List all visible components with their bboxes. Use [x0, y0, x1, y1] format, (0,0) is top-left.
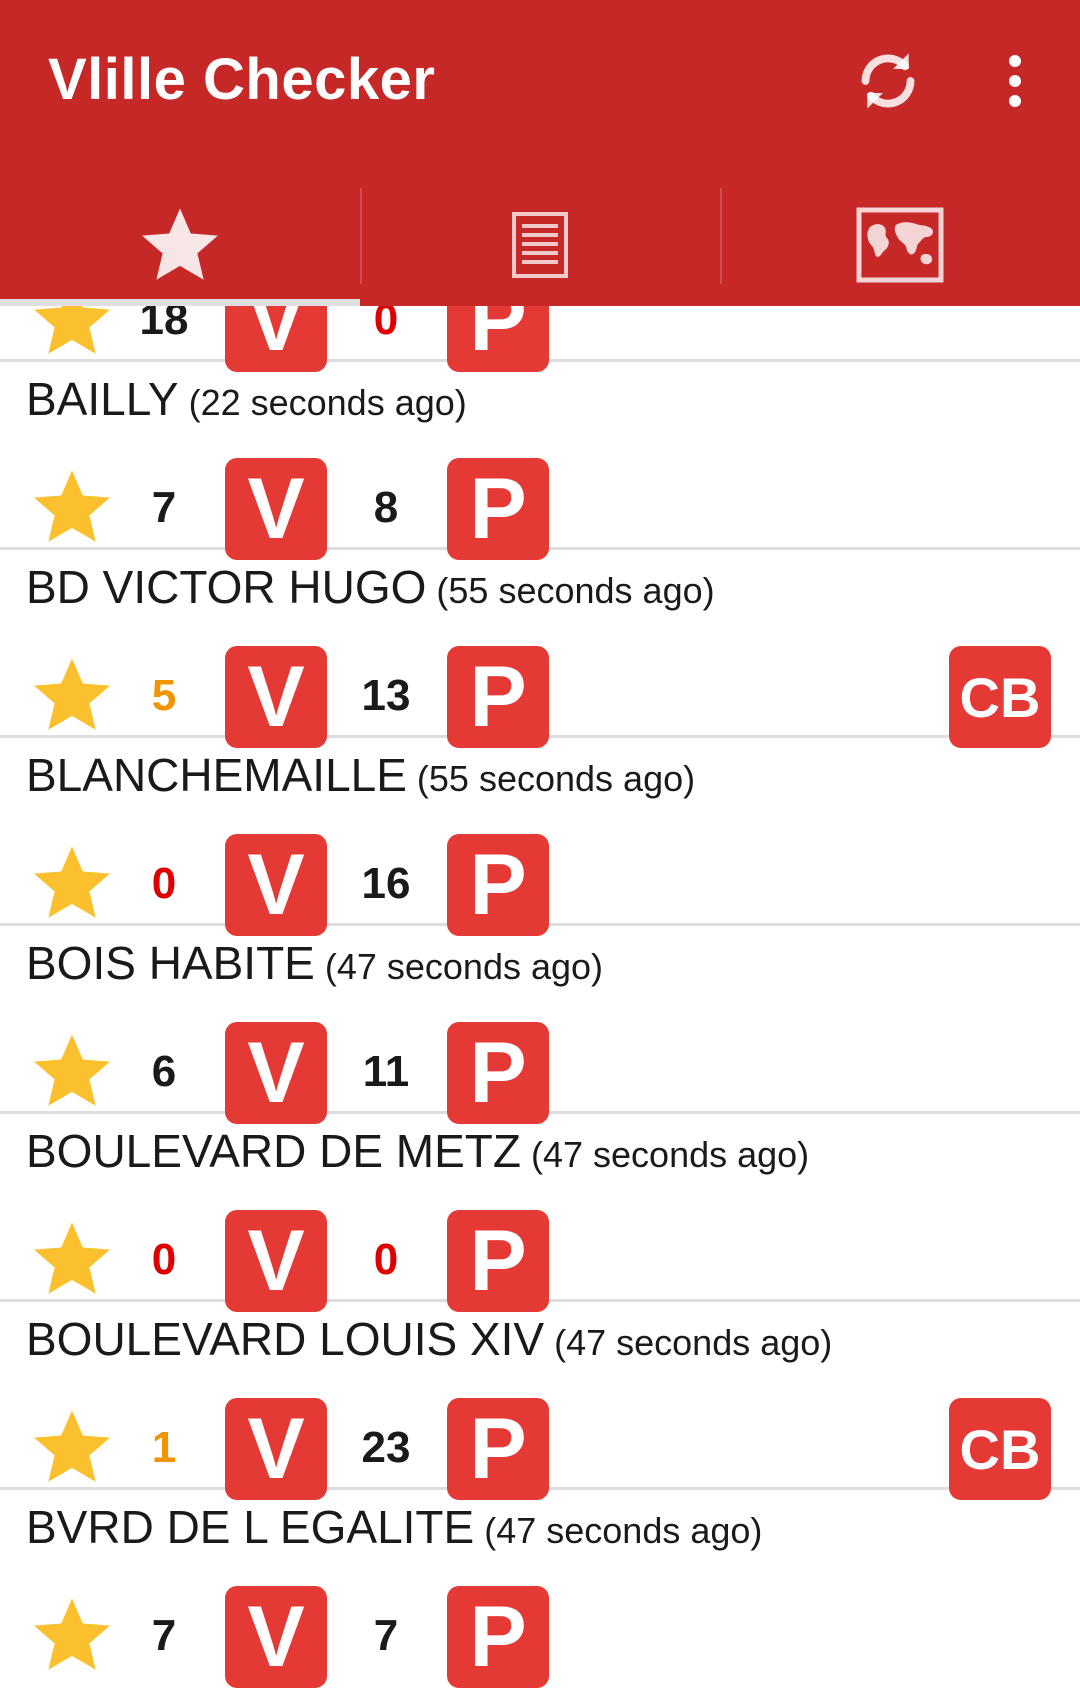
station-name-text: BOIS HABITE [26, 937, 315, 989]
available-bikes-count: 7 [151, 483, 177, 532]
favorite-star-button[interactable] [30, 1595, 114, 1675]
station-list-content: 18 V 0 P BAILLY (22 seconds ago) 7 V 8 P … [0, 306, 1080, 1688]
station-updated-ago: (47 seconds ago) [324, 946, 604, 987]
star-icon [142, 208, 218, 280]
station-row[interactable]: BOULEVARD DE METZ (47 seconds ago) 0 V 0 … [0, 1114, 1080, 1312]
parking-icon: P [447, 1398, 549, 1500]
station-name: BOULEVARD DE METZ (47 seconds ago) [26, 1124, 809, 1178]
star-icon [34, 1410, 110, 1482]
available-slots-count: 23 [361, 1423, 411, 1472]
available-slots-count: 16 [361, 859, 411, 908]
station-updated-ago: (47 seconds ago) [531, 1134, 810, 1175]
available-slots-count: 0 [373, 1235, 399, 1284]
station-row[interactable]: BAILLY (22 seconds ago) 7 V 8 P [0, 362, 1080, 560]
station-updated-ago: (55 seconds ago) [436, 570, 715, 611]
available-bikes-count: 0 [151, 859, 177, 908]
parking-icon: P [447, 646, 549, 748]
tab-favorites[interactable] [0, 184, 360, 306]
star-icon [34, 658, 110, 730]
available-bikes-count: 1 [151, 1423, 177, 1472]
star-icon [34, 846, 110, 918]
station-row[interactable]: 18 V 0 P [0, 306, 1080, 372]
station-row[interactable]: BOULEVARD LOUIS XIV (47 seconds ago) 1 V … [0, 1302, 1080, 1500]
bikes-icon: V [225, 834, 327, 936]
available-slots-count: 0 [373, 306, 399, 344]
station-updated-ago: (22 seconds ago) [188, 382, 467, 423]
station-name-text: BOULEVARD DE METZ [26, 1125, 521, 1177]
tab-list[interactable] [360, 184, 720, 306]
favorite-star-button[interactable] [30, 1031, 114, 1111]
app-title: Vlille Checker [48, 47, 436, 112]
parking-icon: P [447, 458, 549, 560]
bikes-icon: V [225, 1586, 327, 1688]
available-slots-count: 8 [373, 483, 399, 532]
app-bar: Vlille Checker [0, 0, 1080, 306]
bikes-icon: V [225, 1022, 327, 1124]
parking-icon: P [447, 834, 549, 936]
tab-divider [720, 188, 722, 284]
bikes-icon: V [225, 458, 327, 560]
available-slots-count: 11 [362, 1047, 410, 1096]
credit-card-badge: CB [949, 646, 1051, 748]
selected-tab-indicator [0, 299, 360, 306]
station-name-text: BLANCHEMAILLE [26, 749, 407, 801]
list-icon [512, 212, 568, 278]
available-slots-count: 13 [361, 671, 411, 720]
available-bikes-count: 5 [151, 671, 177, 720]
favorite-star-button[interactable] [30, 1407, 114, 1487]
overflow-menu-button[interactable] [985, 48, 1045, 114]
station-name-text: BVRD DE L EGALITE [26, 1501, 475, 1553]
available-bikes-count: 0 [151, 1235, 177, 1284]
station-updated-ago: (47 seconds ago) [484, 1510, 763, 1551]
station-row[interactable]: BD VICTOR HUGO (55 seconds ago) 5 V 13 P … [0, 550, 1080, 748]
star-icon [34, 1222, 110, 1294]
refresh-icon [861, 53, 915, 109]
station-name-text: BD VICTOR HUGO [26, 561, 427, 613]
parking-icon: P [447, 1022, 549, 1124]
available-slots-count: 7 [373, 1611, 399, 1660]
bikes-icon: V [225, 1210, 327, 1312]
favorite-star-button[interactable] [30, 1219, 114, 1299]
tab-bar [0, 184, 1080, 306]
map-icon [856, 207, 944, 283]
station-name: BVRD DE L EGALITE (47 seconds ago) [26, 1500, 762, 1554]
favorite-star-button[interactable] [30, 467, 114, 547]
station-row[interactable]: BLANCHEMAILLE (55 seconds ago) 0 V 16 P [0, 738, 1080, 936]
station-name: BOULEVARD LOUIS XIV (47 seconds ago) [26, 1312, 832, 1366]
station-updated-ago: (55 seconds ago) [416, 758, 696, 799]
station-row[interactable]: BVRD DE L EGALITE (47 seconds ago) 7 V 7 … [0, 1490, 1080, 1688]
available-bikes-count: 6 [151, 1047, 177, 1096]
tab-divider [360, 188, 362, 284]
station-name: BLANCHEMAILLE (55 seconds ago) [26, 748, 695, 802]
favorite-star-button[interactable] [30, 306, 114, 359]
station-name: BAILLY (22 seconds ago) [26, 372, 467, 426]
station-name: BD VICTOR HUGO (55 seconds ago) [26, 560, 715, 614]
parking-icon: P [447, 1586, 549, 1688]
star-icon [34, 306, 110, 354]
bikes-icon: V [225, 646, 327, 748]
star-icon [34, 470, 110, 542]
bikes-icon: V [225, 1398, 327, 1500]
favorite-star-button[interactable] [30, 843, 114, 923]
station-list[interactable]: 18 V 0 P BAILLY (22 seconds ago) 7 V 8 P … [0, 306, 1080, 1699]
star-icon [34, 1034, 110, 1106]
credit-card-badge: CB [949, 1398, 1051, 1500]
star-icon [34, 1598, 110, 1670]
station-row[interactable]: BOIS HABITE (47 seconds ago) 6 V 11 P [0, 926, 1080, 1124]
station-updated-ago: (47 seconds ago) [554, 1322, 833, 1363]
parking-icon: P [447, 1210, 549, 1312]
available-bikes-count: 18 [139, 306, 189, 344]
station-name: BOIS HABITE (47 seconds ago) [26, 936, 603, 990]
tab-map[interactable] [720, 184, 1080, 306]
more-vert-icon [1009, 55, 1021, 107]
refresh-button[interactable] [845, 38, 931, 124]
available-bikes-count: 7 [151, 1611, 177, 1660]
favorite-star-button[interactable] [30, 655, 114, 735]
station-name-text: BOULEVARD LOUIS XIV [26, 1313, 545, 1365]
station-name-text: BAILLY [26, 373, 179, 425]
